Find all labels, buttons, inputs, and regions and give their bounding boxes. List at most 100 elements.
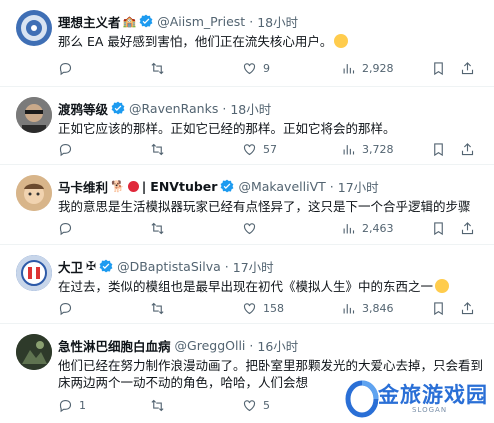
timestamp[interactable]: 17小时 (338, 177, 379, 196)
views-icon (343, 64, 355, 74)
tweet-text: 在过去，类似的模组也是最早出现在初代《模拟人生》中的东西之一 (58, 278, 483, 295)
timestamp[interactable]: 16小时 (257, 336, 298, 355)
separator-dot: · (224, 258, 229, 274)
views-icon (343, 304, 355, 314)
tweet-text: 我的意思是生活模拟器玩家已经有点怪异了，这只是下一个合乎逻辑的步骤 (58, 199, 471, 214)
retweet-icon (151, 62, 164, 75)
joy-emoji-icon (435, 279, 450, 293)
tweet[interactable]: 大卫 ✠ @DBaptistaSilva · 17小时 在过去，类似的模组也是最… (0, 245, 494, 324)
share-button[interactable] (460, 142, 475, 157)
share-button[interactable] (460, 301, 475, 316)
share-icon (461, 143, 474, 156)
reply-button[interactable] (58, 221, 79, 236)
tweet-text: 那么 EA 最好感到害怕，他们正在流失核心用户。 (58, 33, 483, 50)
bookmark-button[interactable] (431, 61, 446, 76)
like-button[interactable]: 5 (242, 398, 270, 413)
tweet-header: 理想主义者 🏫 @Aiism_Priest · 18小时 (58, 12, 298, 30)
tweet-header: 马卡维利 🐕 | ENVtuber @MakavelliVT · 17小时 (58, 177, 379, 195)
like-button[interactable] (242, 221, 263, 236)
reply-button[interactable] (58, 142, 79, 157)
house-emoji-icon: 🏫 (122, 14, 137, 28)
timestamp[interactable]: 18小时 (230, 99, 271, 118)
reply-count: 1 (79, 399, 86, 412)
author-name[interactable]: 理想主义者 (58, 12, 121, 31)
watermark-logo: 金旅游戏园 SLOGAN (340, 373, 490, 421)
tweet-header: 大卫 ✠ @DBaptistaSilva · 17小时 (58, 257, 274, 275)
views-button[interactable]: 2,463 (341, 221, 394, 236)
reply-button[interactable] (58, 301, 79, 316)
share-icon (461, 222, 474, 235)
reply-button[interactable]: 1 (58, 398, 86, 413)
views-button[interactable]: 3,846 (341, 301, 394, 316)
like-count: 158 (263, 302, 284, 315)
avatar[interactable] (16, 97, 52, 133)
tweet[interactable]: 马卡维利 🐕 | ENVtuber @MakavelliVT · 17小时 我的… (0, 165, 494, 245)
author-name[interactable]: 急性淋巴细胞白血病 (58, 336, 171, 355)
views-icon (343, 224, 355, 234)
heart-icon (243, 63, 256, 75)
views-count: 3,728 (362, 143, 394, 156)
like-count: 57 (263, 143, 277, 156)
reply-button[interactable] (58, 61, 79, 76)
like-button[interactable]: 158 (242, 301, 284, 316)
bookmark-icon (434, 143, 443, 157)
divider-bar: | (141, 178, 147, 194)
author-handle[interactable]: @DBaptistaSilva (117, 259, 221, 274)
bookmark-button[interactable] (431, 221, 446, 236)
timestamp[interactable]: 18小时 (257, 12, 298, 31)
author-name[interactable]: 渡鸦等级 (58, 99, 108, 118)
tweet-header: 急性淋巴细胞白血病 @GreggOlli · 16小时 (58, 336, 298, 354)
tweet-text: 正如它应该的那样。正如它已经的那样。正如它将会的那样。 (58, 121, 396, 136)
tweet[interactable]: 渡鸦等级 @RavenRanks · 18小时 正如它应该的那样。正如它已经的那… (0, 87, 494, 165)
verified-badge-icon (221, 179, 234, 193)
views-count: 2,928 (362, 62, 394, 75)
retweet-button[interactable] (150, 142, 171, 157)
retweet-button[interactable] (150, 61, 171, 76)
views-button[interactable]: 3,728 (341, 142, 394, 157)
watermark-text: 金旅游戏园 (378, 383, 488, 407)
author-handle[interactable]: @RavenRanks (129, 101, 218, 116)
share-button[interactable] (460, 61, 475, 76)
author-handle[interactable]: @Aiism_Priest (157, 14, 245, 29)
like-button[interactable]: 57 (242, 142, 277, 157)
like-button[interactable]: 9 (242, 61, 270, 76)
heart-icon (243, 223, 256, 235)
views-icon (343, 145, 355, 155)
bookmark-button[interactable] (431, 301, 446, 316)
separator-dot: · (329, 178, 334, 194)
avatar[interactable] (16, 334, 52, 370)
author-handle[interactable]: @GreggOlli (175, 338, 246, 353)
author-name-suffix[interactable]: ENVtuber (150, 179, 217, 194)
action-bar: 158 3,846 (58, 301, 488, 317)
reply-icon (59, 302, 72, 316)
sweat-smile-emoji-icon (334, 34, 349, 48)
bookmark-icon (434, 222, 443, 236)
retweet-button[interactable] (150, 221, 171, 236)
watermark-slogan: SLOGAN (412, 406, 448, 414)
bookmark-icon (434, 62, 443, 76)
bookmark-button[interactable] (431, 142, 446, 157)
avatar[interactable] (16, 175, 52, 211)
author-handle[interactable]: @MakavelliVT (238, 179, 325, 194)
retweet-button[interactable] (150, 301, 171, 316)
tweet[interactable]: 理想主义者 🏫 @Aiism_Priest · 18小时 那么 EA 最好感到害… (0, 0, 494, 87)
views-button[interactable]: 2,928 (341, 61, 394, 76)
retweet-icon (151, 143, 164, 156)
verified-badge-icon (99, 259, 113, 273)
avatar[interactable] (16, 255, 52, 291)
red-circle-icon (127, 180, 139, 192)
bookmark-icon (434, 302, 443, 316)
avatar[interactable] (16, 10, 52, 46)
author-name[interactable]: 马卡维利 (58, 177, 108, 196)
like-count: 5 (263, 399, 270, 412)
share-button[interactable] (460, 221, 475, 236)
tweet-text-content: 那么 EA 最好感到害怕，他们正在流失核心用户。 (58, 34, 333, 49)
retweet-button[interactable] (150, 398, 171, 413)
tweet-header: 渡鸦等级 @RavenRanks · 18小时 (58, 99, 271, 117)
author-name[interactable]: 大卫 (58, 257, 83, 276)
cross-emblem-icon: ✠ (86, 259, 97, 273)
dog-emoji-icon: 🐕 (111, 179, 125, 193)
timestamp[interactable]: 17小时 (233, 257, 274, 276)
verified-badge-icon (139, 14, 153, 28)
separator-dot: · (222, 100, 227, 116)
